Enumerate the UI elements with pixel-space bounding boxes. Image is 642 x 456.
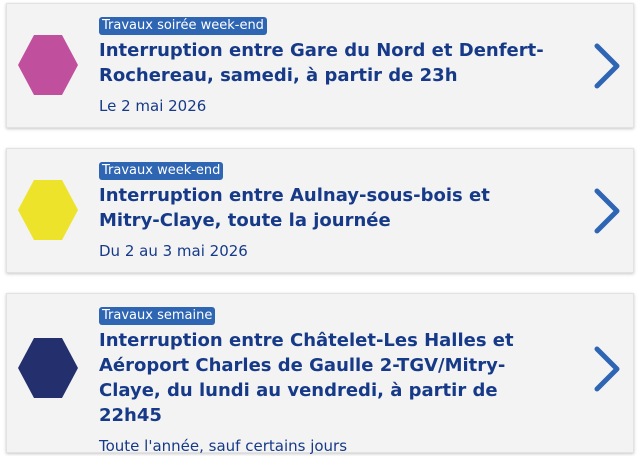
hexagon-shape xyxy=(18,35,78,95)
chevron-right-icon[interactable] xyxy=(591,42,623,90)
disruption-title: Interruption entre Aulnay-sous-bois et M… xyxy=(99,185,490,231)
work-type-badge: Travaux week-end xyxy=(99,162,224,180)
hexagon-shape xyxy=(18,338,78,398)
hexagon-icon xyxy=(18,338,78,398)
hexagon-icon xyxy=(18,180,78,240)
disruption-date: Le 2 mai 2026 xyxy=(99,97,207,115)
disruption-title: Interruption entre Gare du Nord et Denfe… xyxy=(99,40,544,86)
hexagon-shape xyxy=(18,180,78,240)
work-type-badge: Travaux soirée week-end xyxy=(99,17,267,35)
chevron-right-icon[interactable] xyxy=(591,345,623,393)
work-type-badge: Travaux semaine xyxy=(99,307,216,325)
disruption-date: Toute l'année, sauf certains jours xyxy=(99,437,348,455)
chevron-right-icon[interactable] xyxy=(591,187,623,235)
disruption-date: Du 2 au 3 mai 2026 xyxy=(99,242,248,260)
disruption-card[interactable]: Travaux semaine Interruption entre Châte… xyxy=(6,293,634,455)
disruption-card[interactable]: Travaux week-end Interruption entre Auln… xyxy=(6,148,634,273)
hexagon-icon xyxy=(18,35,78,95)
disruption-card[interactable]: Travaux soirée week-end Interruption ent… xyxy=(6,3,634,128)
disruption-title: Interruption entre Châtelet-Les Halles e… xyxy=(99,330,514,426)
